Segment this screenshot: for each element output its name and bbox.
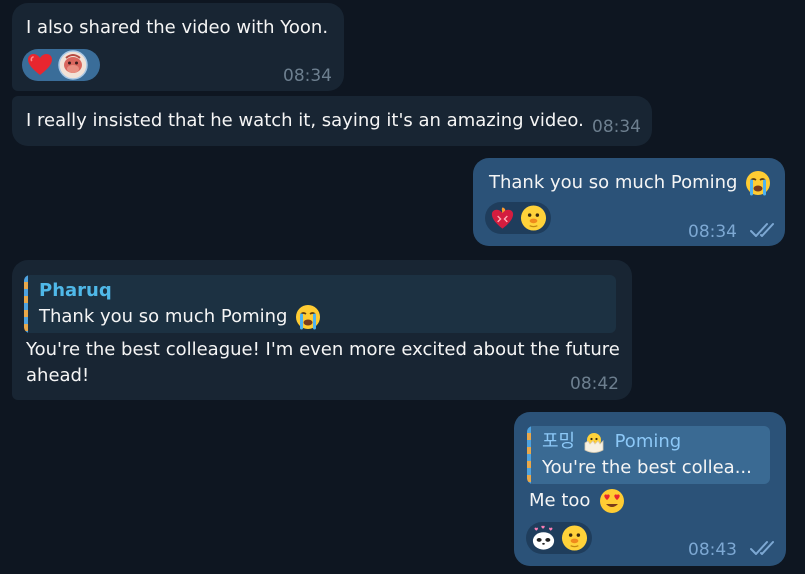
reply-quote[interactable]: Pharuq Thank you so much Poming: [24, 275, 616, 333]
reply-text: Thank you so much Poming: [39, 304, 321, 330]
read-checkmarks-icon: [750, 223, 774, 237]
message-time: 08:34: [283, 66, 332, 86]
message-time: 08:34: [688, 222, 737, 242]
reply-text-content: Thank you so much Poming: [39, 306, 288, 327]
heart-eyes-emoji: [600, 489, 625, 513]
message-text: I also shared the video with Yoon.: [26, 17, 329, 38]
reply-quote[interactable]: 포밍 Poming You're the best collea...: [527, 426, 770, 484]
message-bubble[interactable]: Pharuq Thank you so much Poming You're t…: [12, 260, 632, 400]
reply-author: Pharuq: [39, 280, 112, 301]
message-text-line-1: You're the best colleague! I'm even more…: [26, 339, 620, 360]
message-text-line-2: ahead!: [26, 365, 90, 386]
crying-face-emoji: [746, 171, 771, 196]
message-bubble[interactable]: 포밍 Poming You're the best collea... Me t…: [514, 412, 786, 566]
reaction-badge[interactable]: [526, 522, 592, 554]
hatching-chick-emoji: [584, 433, 604, 453]
message-text-content: Me too: [529, 490, 591, 511]
heart-on-fire-emoji: [491, 207, 514, 229]
message-text: Thank you so much Poming: [489, 170, 771, 196]
duck-emoji: [520, 205, 547, 231]
message-bubble[interactable]: I also shared the video with Yoon. 08:34: [12, 3, 344, 91]
message-time: 08:43: [688, 540, 737, 560]
message-text: I really insisted that he watch it, sayi…: [26, 110, 584, 131]
crying-face-emoji: [296, 305, 321, 330]
message-text-content: Thank you so much Poming: [489, 172, 738, 193]
reply-author: 포밍 Poming: [542, 429, 681, 455]
reply-quote-bar: [527, 426, 531, 484]
message-bubble[interactable]: Thank you so much Poming 08:34: [473, 158, 785, 246]
read-checkmarks-icon: [750, 541, 774, 555]
message-bubble[interactable]: I really insisted that he watch it, sayi…: [12, 96, 652, 146]
message-text: Me too: [529, 488, 625, 514]
reply-author-prefix: 포밍: [542, 431, 576, 452]
reaction-badge[interactable]: [22, 49, 100, 81]
duck-emoji: [561, 525, 588, 551]
panda-hearts-emoji: [532, 525, 555, 550]
reply-author-name: Poming: [614, 431, 682, 452]
user-avatar-reaction: [58, 50, 88, 80]
message-time: 08:42: [570, 374, 619, 394]
heart-emoji: [28, 54, 52, 75]
message-time: 08:34: [592, 117, 641, 137]
reply-quote-bar: [24, 275, 28, 333]
reply-text: You're the best collea...: [542, 457, 752, 478]
reaction-badge[interactable]: [485, 202, 551, 234]
